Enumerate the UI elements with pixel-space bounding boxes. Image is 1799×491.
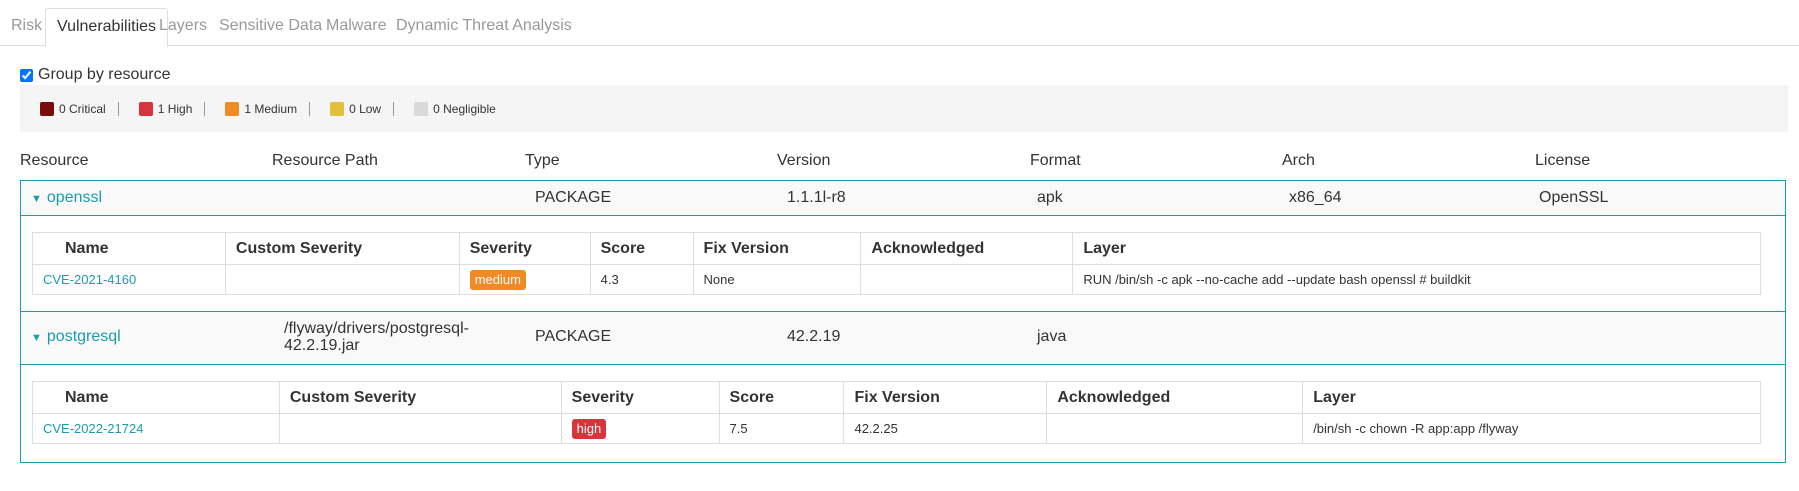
legend-divider [117,101,119,116]
vuln-header-row: Name Custom Severity Severity Score Fix … [32,381,1761,414]
resource-table-header: Resource Resource Path Type Version Form… [20,150,1790,172]
vuln-col-score[interactable]: Score [718,381,845,414]
group-by-resource[interactable]: Group by resource [20,66,171,84]
legend-critical: 0 Critical [40,101,106,116]
vuln-col-fix-version[interactable]: Fix Version [843,381,1048,414]
score-cell: 4.3 [589,264,694,295]
resource-row-openssl[interactable]: ▼ openssl PACKAGE 1.1.1l-r8 apk x86_64 Op… [21,181,1785,216]
severity-badge: high [571,418,607,439]
resource-row-postgresql[interactable]: ▼ postgresql /flyway/drivers/postgresql- … [21,312,1785,365]
acknowledged-cell [1046,413,1304,444]
legend-low-label: 0 Low [349,101,382,116]
acknowledged-cell [860,264,1074,295]
score-cell: 7.5 [718,413,845,444]
resource-arch: x86_64 [1289,189,1342,206]
tab-bar: Risk Vulnerabilities Layers Sensitive Da… [0,0,1799,47]
table-row: CVE-2022-21724 high 7.5 42.2.25 /bin/sh … [32,413,1761,444]
col-license[interactable]: License [1535,152,1590,170]
resource-name: openssl [46,189,103,206]
legend-high: 1 High [138,101,193,116]
custom-severity-cell[interactable] [278,413,562,444]
medium-swatch [225,101,240,116]
resource-format: java [1037,328,1067,345]
col-arch[interactable]: Arch [1282,152,1315,170]
high-swatch [138,101,153,116]
resource-type: PACKAGE [535,328,612,345]
resource-path: /flyway/drivers/postgresql- 42.2.19.jar [284,320,469,354]
col-resource-path[interactable]: Resource Path [272,152,378,170]
vuln-col-layer[interactable]: Layer [1302,381,1761,414]
legend-divider [309,101,311,116]
caret-down-icon: ▼ [31,193,42,205]
col-version[interactable]: Version [777,152,830,170]
col-resource[interactable]: Resource [20,152,88,170]
legend-divider [393,101,395,116]
legend-critical-label: 0 Critical [59,101,106,116]
fix-version-cell: None [692,264,862,295]
vuln-col-name[interactable]: Name [32,232,226,265]
vuln-col-severity[interactable]: Severity [458,232,591,265]
table-row: CVE-2021-4160 medium 4.3 None RUN /bin/s… [32,264,1761,295]
vuln-col-custom-severity[interactable]: Custom Severity [278,381,562,414]
resource-version: 42.2.19 [787,328,841,345]
vulnerability-table: Name Custom Severity Severity Score Fix … [32,232,1761,295]
group-by-resource-label: Group by resource [38,66,171,83]
resource-license: OpenSSL [1539,189,1609,206]
critical-swatch [40,101,54,116]
vuln-col-severity[interactable]: Severity [560,381,720,414]
resource-name: postgresql [46,328,121,345]
legend-medium-label: 1 Medium [244,101,298,116]
resource-format: apk [1037,189,1063,206]
vuln-col-name[interactable]: Name [32,381,280,414]
group-by-resource-checkbox[interactable] [20,68,33,82]
legend-divider [204,101,206,116]
layer-cell: /bin/sh -c chown -R app:app /flyway [1302,413,1761,444]
resource-group-postgresql: ▼ postgresql /flyway/drivers/postgresql- … [20,311,1786,463]
custom-severity-cell[interactable] [224,264,460,295]
negligible-swatch [414,101,429,116]
cve-link[interactable]: CVE-2021-4160 [43,272,136,287]
legend-low: 0 Low [330,101,382,116]
vuln-col-custom-severity[interactable]: Custom Severity [224,232,460,265]
resource-type: PACKAGE [535,189,612,206]
severity-legend: 0 Critical 1 High 1 Medium 0 Low 0 Negli… [20,85,1788,132]
cve-link[interactable]: CVE-2022-21724 [43,421,143,436]
vuln-col-fix-version[interactable]: Fix Version [692,232,862,265]
vulnerability-table: Name Custom Severity Severity Score Fix … [32,381,1761,444]
legend-negligible-label: 0 Negligible [433,101,496,116]
resource-path-line: /flyway/drivers/postgresql- [284,320,469,337]
col-type[interactable]: Type [525,152,560,170]
severity-badge: medium [469,269,526,290]
legend-medium: 1 Medium [225,101,298,116]
resource-path-line: 42.2.19.jar [284,337,360,354]
caret-down-icon: ▼ [31,332,42,344]
vuln-col-acknowledged[interactable]: Acknowledged [1046,381,1304,414]
legend-negligible: 0 Negligible [414,101,496,116]
resource-toggle[interactable]: ▼ openssl [31,189,102,207]
low-swatch [330,101,345,116]
vuln-header-row: Name Custom Severity Severity Score Fix … [32,232,1761,265]
vuln-col-acknowledged[interactable]: Acknowledged [860,232,1074,265]
vuln-col-layer[interactable]: Layer [1072,232,1761,265]
vuln-col-score[interactable]: Score [589,232,694,265]
resource-group-openssl: ▼ openssl PACKAGE 1.1.1l-r8 apk x86_64 Op… [20,180,1786,312]
col-format[interactable]: Format [1030,152,1081,170]
resource-toggle[interactable]: ▼ postgresql [31,328,121,346]
fix-version-cell: 42.2.25 [843,413,1048,444]
legend-high-label: 1 High [157,101,193,116]
resource-version: 1.1.1l-r8 [787,189,846,206]
tab-dynamic-threat-analysis[interactable]: Dynamic Threat Analysis [385,8,583,46]
layer-cell: RUN /bin/sh -c apk --no-cache add --upda… [1072,264,1761,295]
